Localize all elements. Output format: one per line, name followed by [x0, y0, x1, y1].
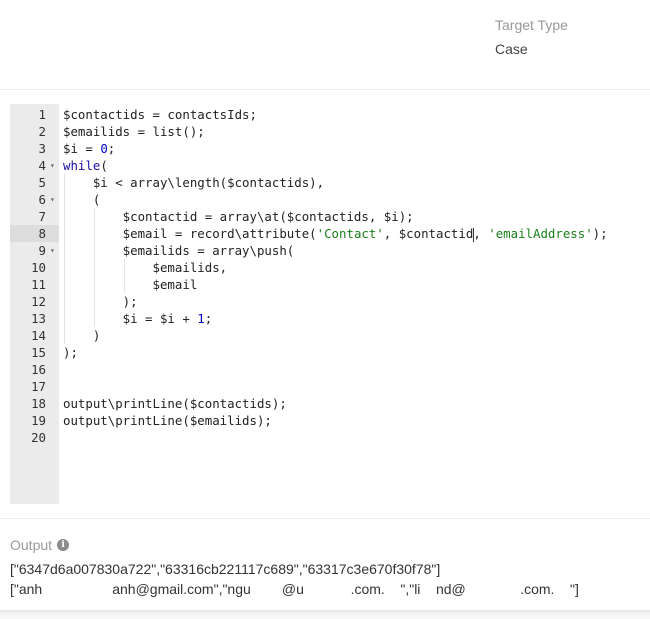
code-line[interactable]: 14 ): [10, 327, 640, 344]
code-line[interactable]: 13 $i = $i + 1;: [10, 310, 640, 327]
line-number: 13: [31, 311, 46, 326]
line-number: 20: [31, 430, 46, 445]
output-section: Output i ["6347d6a007830a722","63316cb22…: [10, 537, 640, 599]
panel-shadow: [0, 610, 650, 619]
indent-guide: [93, 208, 95, 327]
code-text[interactable]: while(: [63, 157, 108, 174]
code-text[interactable]: ): [63, 327, 100, 344]
output-line: ["anh anh@gmail.com","ngu @u .com. ","li…: [10, 581, 579, 597]
code-text[interactable]: $email = record\attribute('Contact', $co…: [63, 225, 608, 242]
code-text[interactable]: $i < array\length($contactids),: [63, 174, 324, 191]
code-text[interactable]: $contactid = array\at($contactids, $i);: [63, 208, 414, 225]
target-type-section: Target Type Case: [495, 16, 568, 58]
code-text[interactable]: (: [63, 191, 100, 208]
code-line[interactable]: 20: [10, 429, 640, 446]
fold-toggle-icon[interactable]: ▾: [50, 157, 58, 174]
output-line: ["6347d6a007830a722","63316cb221117c689"…: [10, 561, 441, 577]
code-line[interactable]: 9 ▾ $emailids = array\push(: [10, 242, 640, 259]
line-number: 16: [31, 362, 46, 377]
code-line[interactable]: 8 $email = record\attribute('Contact', $…: [10, 225, 640, 242]
line-number: 2: [38, 124, 46, 139]
code-text[interactable]: $emailids,: [63, 259, 228, 276]
line-number: 7: [38, 209, 46, 224]
code-line[interactable]: 10 $emailids,: [10, 259, 640, 276]
code-text[interactable]: $contactids = contactsIds;: [63, 106, 257, 123]
line-number: 18: [31, 396, 46, 411]
line-number: 3: [38, 141, 46, 156]
code-line[interactable]: 4 ▾ while(: [10, 157, 640, 174]
code-line[interactable]: 17: [10, 378, 640, 395]
line-number: 6: [38, 192, 46, 207]
line-number: 11: [31, 277, 46, 292]
line-number: 17: [31, 379, 46, 394]
code-line[interactable]: 18 output\printLine($contactids);: [10, 395, 640, 412]
output-label: Output: [10, 537, 53, 553]
code-line[interactable]: 15);: [10, 344, 640, 361]
line-number: 19: [31, 413, 46, 428]
code-lines[interactable]: 1 $contactids = contactsIds; 2 $emailids = …: [10, 106, 640, 446]
line-number: 14: [31, 328, 46, 343]
line-number: 10: [31, 260, 46, 275]
code-line[interactable]: 11 $email: [10, 276, 640, 293]
indent-guide: [123, 259, 125, 293]
line-number: 15: [31, 345, 46, 360]
code-line[interactable]: 2 $emailids = list();: [10, 123, 640, 140]
line-number: 8: [38, 226, 46, 241]
script-panel: Target Type Case 1 $contactids = contacts…: [0, 0, 650, 612]
line-number: 1: [38, 107, 46, 122]
code-line[interactable]: 1 $contactids = contactsIds;: [10, 106, 640, 123]
code-text[interactable]: output\printLine($contactids);: [63, 395, 287, 412]
code-line[interactable]: 7 $contactid = array\at($contactids, $i)…: [10, 208, 640, 225]
target-type-value[interactable]: Case: [495, 40, 568, 58]
line-number: 12: [31, 294, 46, 309]
code-line[interactable]: 3 $i = 0;: [10, 140, 640, 157]
code-editor[interactable]: 1 $contactids = contactsIds; 2 $emailids = …: [10, 104, 640, 504]
line-number: 4: [38, 158, 46, 173]
indent-guide: [64, 174, 65, 344]
code-text[interactable]: );: [63, 293, 138, 310]
code-text[interactable]: $emailids = list();: [63, 123, 205, 140]
code-text[interactable]: $i = $i + 1;: [63, 310, 213, 327]
output-header: Output i: [10, 537, 640, 553]
code-text[interactable]: output\printLine($emailids);: [63, 412, 272, 429]
code-text[interactable]: );: [63, 344, 78, 361]
code-text[interactable]: $i = 0;: [63, 140, 115, 157]
divider: [0, 89, 650, 90]
fold-toggle-icon[interactable]: ▾: [50, 242, 58, 259]
target-type-label: Target Type: [495, 17, 568, 33]
code-line[interactable]: 12 );: [10, 293, 640, 310]
fold-toggle-icon[interactable]: ▾: [50, 191, 58, 208]
code-text[interactable]: $emailids = array\push(: [63, 242, 295, 259]
info-icon[interactable]: i: [57, 539, 70, 551]
line-number: 9: [38, 243, 46, 258]
code-line[interactable]: 16: [10, 361, 640, 378]
code-line[interactable]: 5 $i < array\length($contactids),: [10, 174, 640, 191]
line-number: 5: [38, 175, 46, 190]
code-line[interactable]: 6 ▾ (: [10, 191, 640, 208]
code-text[interactable]: $email: [63, 276, 198, 293]
code-line[interactable]: 19 output\printLine($emailids);: [10, 412, 640, 429]
divider: [0, 518, 650, 519]
